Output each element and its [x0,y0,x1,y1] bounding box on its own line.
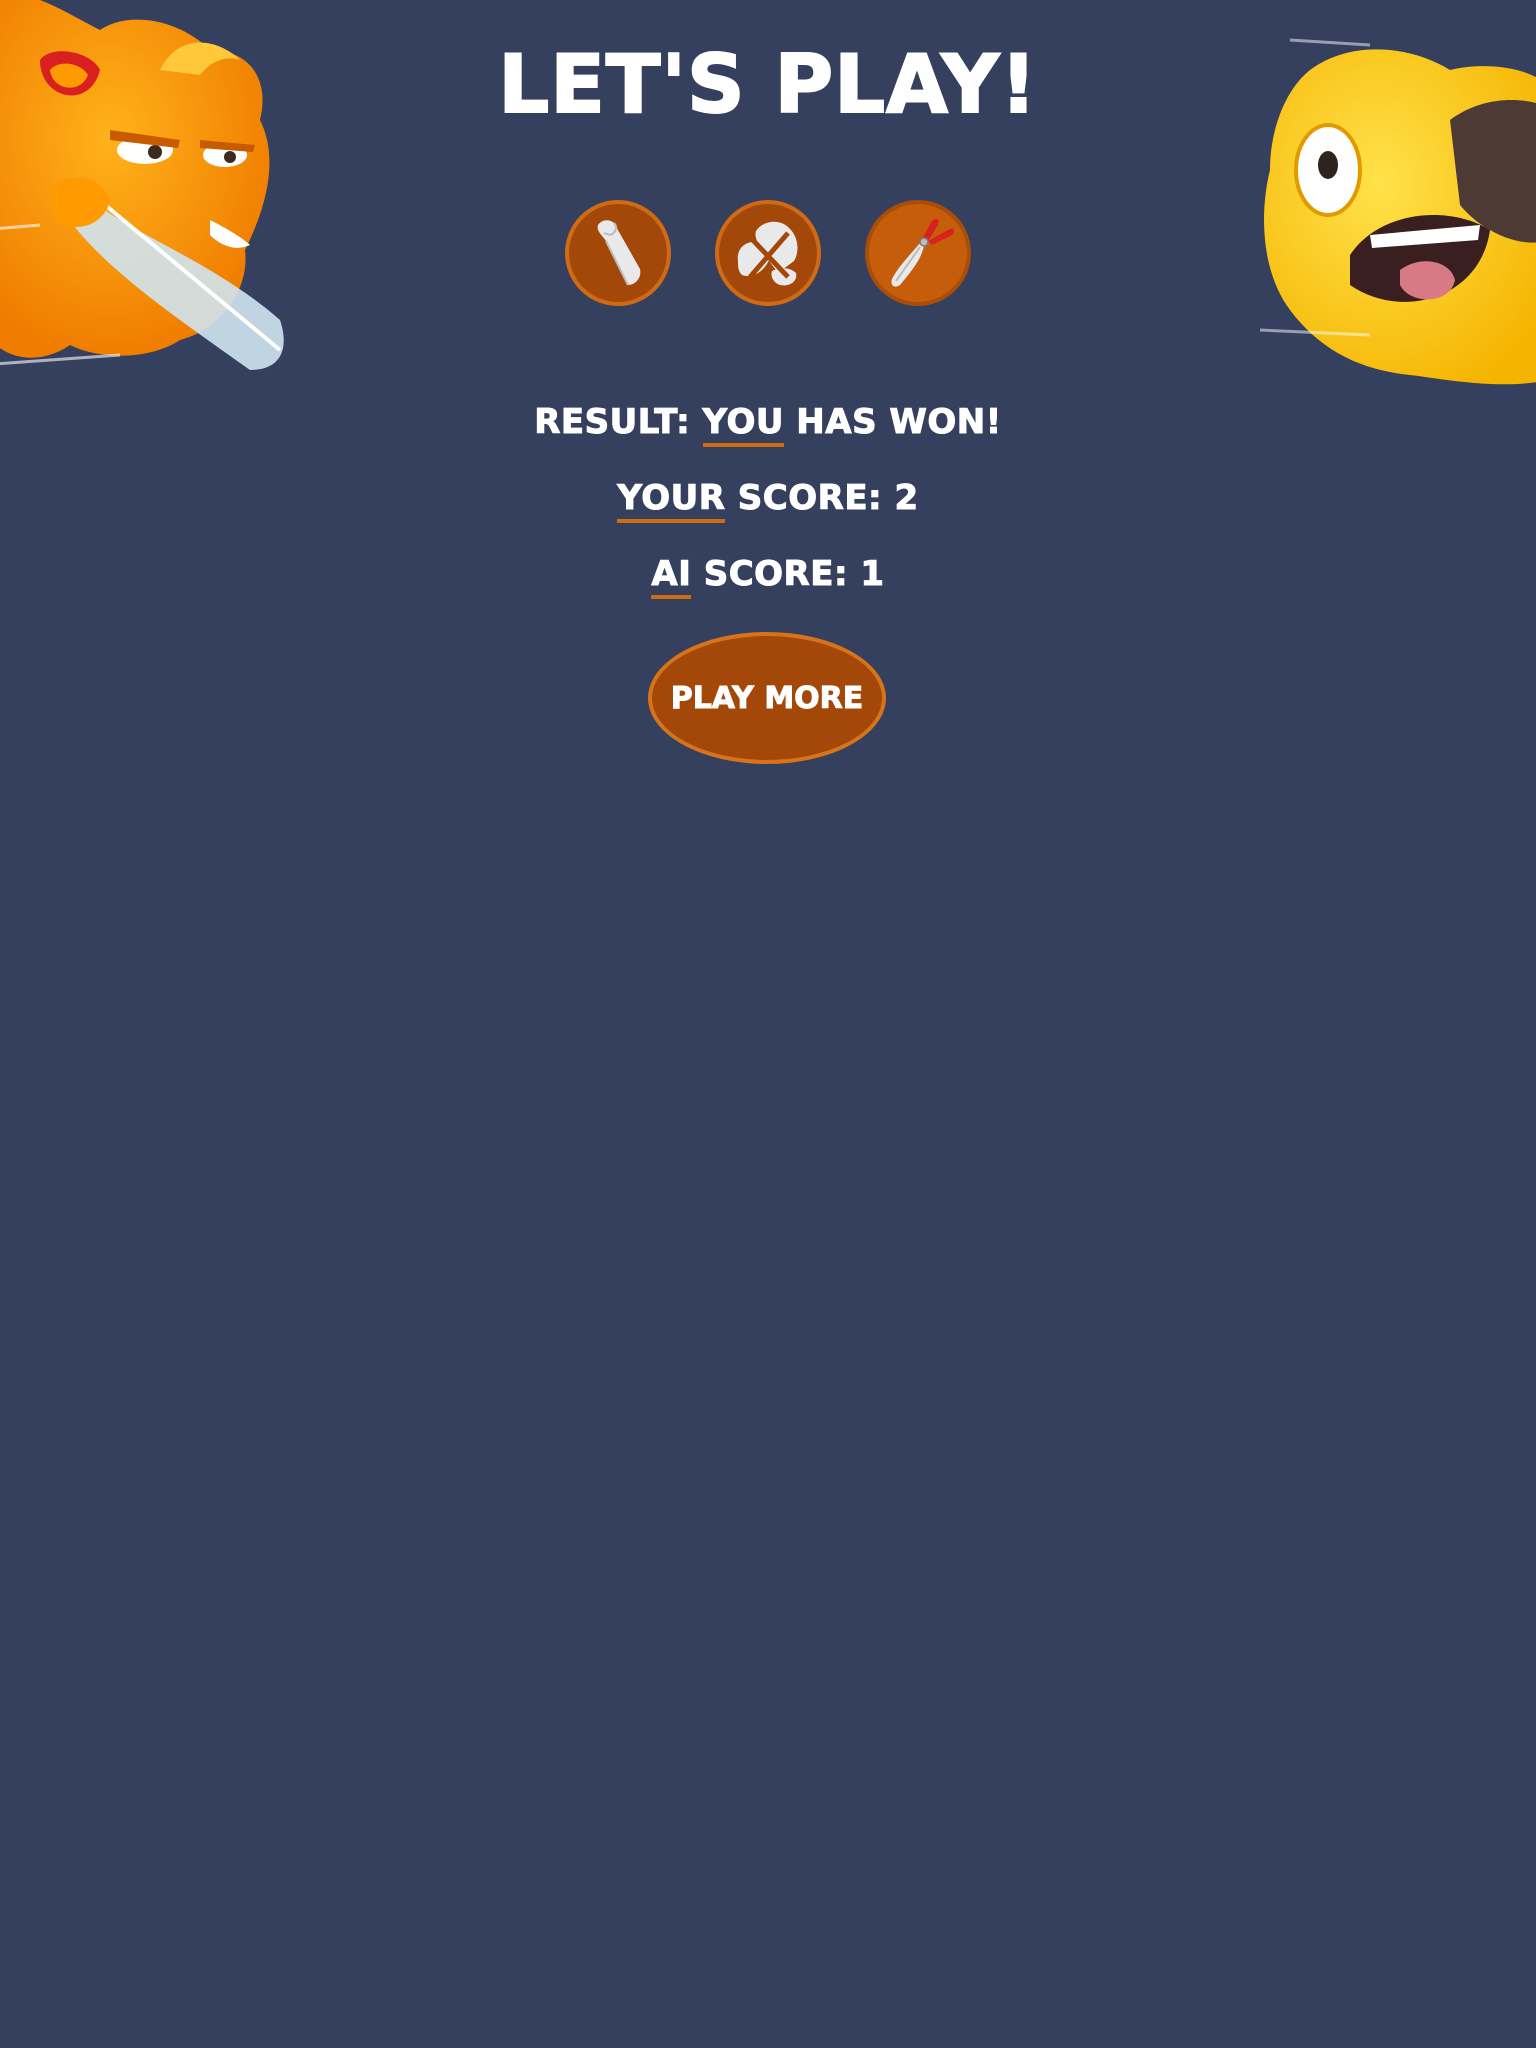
paper-button[interactable] [565,200,671,306]
game-screen: LET'S PLAY! RESULT: YOU HAS WON! YOUR SC… [0,0,1536,2048]
scissors-button[interactable] [865,200,971,306]
ai-score-value: 1 [860,554,885,595]
ai-score: AI SCORE: 1 [0,552,1536,599]
result-label: RESULT: [534,402,703,443]
result-text: RESULT: YOU HAS WON! [0,400,1536,447]
rock-icon [737,221,798,286]
rock-button[interactable] [715,200,821,306]
your-score-value: 2 [894,478,919,519]
play-more-button[interactable]: PLAY MORE [648,632,886,764]
ai-score-label-rest: SCORE: [691,554,861,595]
your-score-label-rest: SCORE: [725,478,895,519]
scissors-icon [891,218,955,287]
page-title: LET'S PLAY! [497,38,1038,131]
your-score: YOUR SCORE: 2 [0,476,1536,523]
result-winner: YOU [702,402,784,447]
result-suffix: HAS WON! [783,402,1002,443]
ai-score-label: AI [651,554,692,599]
your-score-label: YOUR [617,478,726,523]
paper-icon [597,220,641,286]
choice-buttons [565,200,971,312]
